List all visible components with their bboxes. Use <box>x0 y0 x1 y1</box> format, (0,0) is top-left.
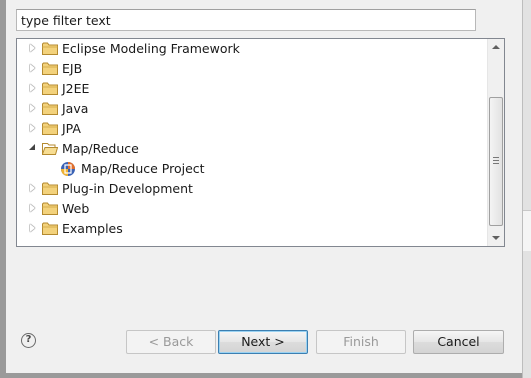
expand-arrow-icon[interactable] <box>30 224 35 232</box>
tree-item-j2ee[interactable]: J2EE <box>17 79 487 99</box>
folder-icon <box>42 42 58 55</box>
back-button[interactable]: < Back <box>126 330 216 354</box>
tree-item-map-reduce-project[interactable]: Map/Reduce Project <box>17 159 487 179</box>
background-window-edge <box>522 0 531 378</box>
expand-arrow-icon[interactable] <box>30 204 35 212</box>
tree-item-label: Examples <box>62 221 123 236</box>
tree-item-java[interactable]: Java <box>17 99 487 119</box>
tree-item-label: Map/Reduce Project <box>81 161 205 176</box>
mapreduce-project-icon <box>61 162 75 176</box>
tree-item-label: Eclipse Modeling Framework <box>62 41 240 56</box>
tree-item-ejb[interactable]: EJB <box>17 59 487 79</box>
filter-input[interactable] <box>16 9 476 31</box>
tree-item-label: J2EE <box>62 81 90 96</box>
expand-arrow-icon[interactable] <box>30 184 35 192</box>
folder-icon <box>42 182 58 195</box>
scroll-down-arrow-icon[interactable] <box>492 236 500 240</box>
folder-icon <box>42 222 58 235</box>
folder-icon <box>42 62 58 75</box>
folder-icon <box>42 82 58 95</box>
tree-item-eclipse-modeling-framework[interactable]: Eclipse Modeling Framework <box>17 39 487 59</box>
cancel-button[interactable]: Cancel <box>413 330 504 354</box>
expand-arrow-icon[interactable] <box>30 44 35 52</box>
scroll-up-arrow-icon[interactable] <box>492 45 500 49</box>
folder-icon <box>42 122 58 135</box>
help-icon[interactable]: ? <box>21 333 36 348</box>
collapse-arrow-icon[interactable] <box>29 144 35 150</box>
folder-icon <box>42 202 58 215</box>
tree-item-map-reduce[interactable]: Map/Reduce <box>17 139 487 159</box>
tree-item-label: Map/Reduce <box>62 141 139 156</box>
tree-item-label: Web <box>62 201 90 216</box>
expand-arrow-icon[interactable] <box>30 64 35 72</box>
scroll-grip-icon <box>493 157 499 164</box>
tree-item-jpa[interactable]: JPA <box>17 119 487 139</box>
wizard-tree: Eclipse Modeling Framework EJB J2EE Java… <box>16 38 505 247</box>
tree-item-web[interactable]: Web <box>17 199 487 219</box>
tree-item-label: JPA <box>62 121 81 136</box>
expand-arrow-icon[interactable] <box>30 104 35 112</box>
background-window-panel <box>523 210 531 251</box>
tree-item-label: Java <box>62 101 89 116</box>
folder-icon <box>42 102 58 115</box>
expand-arrow-icon[interactable] <box>30 84 35 92</box>
tree-vertical-scrollbar[interactable] <box>487 39 504 246</box>
finish-button[interactable]: Finish <box>316 330 406 354</box>
scrollbar-thumb[interactable] <box>489 97 503 226</box>
expand-arrow-icon[interactable] <box>30 124 35 132</box>
folder-open-icon <box>42 143 58 155</box>
tree-item-label: Plug-in Development <box>62 181 193 196</box>
tree-item-label: EJB <box>62 61 83 76</box>
tree-item-plug-in-development[interactable]: Plug-in Development <box>17 179 487 199</box>
tree-item-examples[interactable]: Examples <box>17 219 487 239</box>
next-button[interactable]: Next > <box>218 330 308 354</box>
